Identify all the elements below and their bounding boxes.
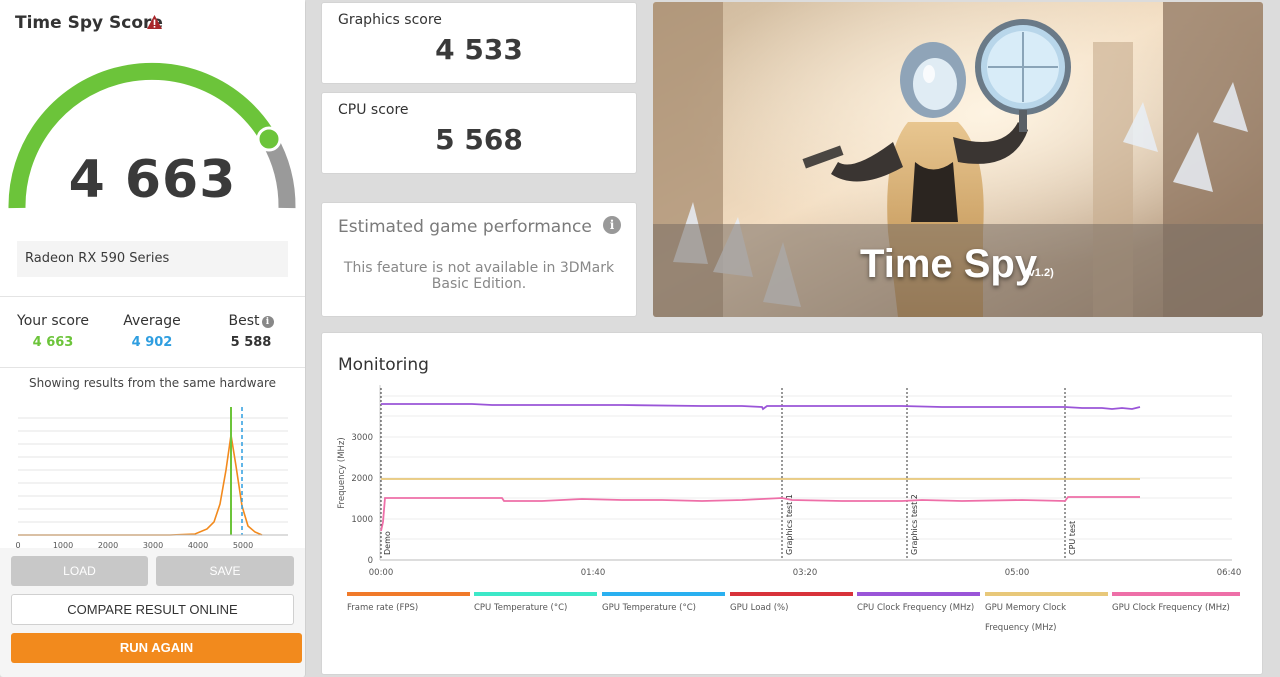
warning-triangle-icon[interactable] [146, 14, 163, 30]
y-axis-label: Frequency (MHz) [337, 437, 347, 508]
average-label: Average [123, 313, 181, 329]
legend-swatch-gpu-load [730, 592, 853, 596]
marker-graphics-test-1: Graphics test 1 [785, 494, 794, 555]
hist-tick-5000: 5000 [233, 541, 253, 548]
x-tick-1: 01:40 [581, 568, 606, 578]
your-score-stat: Your score 4 663 [3, 313, 103, 350]
benchmark-version: (v1.2) [1025, 267, 1054, 279]
legend-cpu-temp: CPU Temperature (°C) [474, 603, 567, 613]
y-tick-0: 0 [368, 556, 373, 566]
monitoring-card: Monitoring Frequency (MHz) 0 1000 2000 3… [321, 332, 1263, 675]
gpu-name: Radeon RX 590 Series [17, 241, 288, 277]
compare-result-online-button[interactable]: COMPARE RESULT ONLINE [11, 594, 294, 625]
legend-cpu-clock: CPU Clock Frequency (MHz) [857, 603, 974, 613]
cpu-score-card: CPU score 5 568 [321, 92, 637, 174]
legend-gpu-memory-clock: GPU Memory Clock Frequency (MHz) [985, 603, 1066, 633]
hist-tick-3000: 3000 [143, 541, 163, 548]
hist-tick-2000: 2000 [98, 541, 118, 548]
y-tick-1000: 1000 [351, 515, 373, 525]
info-icon[interactable]: i [261, 316, 274, 328]
benchmark-title: Time Spy [860, 242, 1038, 286]
run-again-button[interactable]: RUN AGAIN [11, 633, 302, 663]
score-summary: Time Spy Score 4 663 Radeon RX 590 Serie… [0, 0, 305, 296]
benchmark-hero-image: Time Spy (v1.2) [653, 2, 1263, 317]
graphics-score-value: 4 533 [435, 33, 523, 66]
total-score: 4 663 [68, 150, 237, 210]
best-value: 5 588 [230, 335, 272, 350]
legend-gpu-clock: GPU Clock Frequency (MHz) [1112, 603, 1230, 613]
graphics-score-card: Graphics score 4 533 [321, 2, 637, 84]
hist-tick-1000: 1000 [53, 541, 73, 548]
best-label: Best [228, 313, 260, 329]
score-title: Time Spy Score [15, 13, 163, 33]
legend-gpu-load: GPU Load (%) [730, 603, 788, 613]
marker-cpu-test: CPU test [1068, 521, 1077, 555]
marker-demo: Demo [383, 531, 392, 555]
graphics-score-label: Graphics score [338, 12, 442, 28]
series-gpu-clock [380, 496, 1140, 532]
legend-swatch-cpu-temp [474, 592, 597, 596]
y-tick-3000: 3000 [351, 433, 373, 443]
legend-fps: Frame rate (FPS) [347, 603, 418, 613]
x-tick-4: 06:40 [1217, 568, 1242, 578]
gauge-marker [256, 126, 282, 152]
histogram-chart: 0 1000 2000 3000 4000 5000 [15, 407, 288, 548]
legend-swatch-cpu-clock [857, 592, 980, 596]
your-score-label: Your score [17, 313, 89, 329]
legend-swatch-gpu-clock [1112, 592, 1240, 596]
best-label-row: Best i [201, 313, 301, 329]
best-stat: Best i 5 588 [201, 313, 301, 350]
histogram-caption: Showing results from the same hardware [28, 376, 277, 390]
x-tick-0: 00:00 [369, 568, 394, 578]
average-stat: Average 4 902 [102, 313, 202, 350]
legend-swatch-gpu-temp [602, 592, 725, 596]
legend-swatch-fps [347, 592, 470, 596]
hist-tick-4000: 4000 [188, 541, 208, 548]
your-score-value: 4 663 [32, 335, 74, 350]
x-tick-2: 03:20 [793, 568, 818, 578]
load-button[interactable]: LOAD [11, 556, 148, 586]
egp-message: This feature is not available in 3DMark … [343, 260, 615, 292]
histogram-curve [18, 434, 263, 536]
info-icon[interactable]: i [603, 216, 621, 234]
score-comparison: Your score 4 663 Average 4 902 Best i 5 5… [0, 296, 305, 368]
legend-gpu-temp: GPU Temperature (°C) [602, 603, 696, 613]
y-tick-2000: 2000 [351, 474, 373, 484]
hist-tick-0: 0 [15, 541, 20, 548]
legend-swatch-gpu-memory-clock [985, 592, 1108, 596]
cpu-score-label: CPU score [338, 102, 409, 118]
marker-graphics-test-2: Graphics test 2 [910, 494, 919, 555]
average-value: 4 902 [131, 335, 173, 350]
estimated-game-performance-card: Estimated game performance i This featur… [321, 202, 637, 317]
series-cpu-clock [381, 403, 1141, 411]
save-button[interactable]: SAVE [156, 556, 294, 586]
score-panel: Time Spy Score 4 663 Radeon RX 590 Serie… [0, 0, 306, 677]
score-histogram: Showing results from the same hardware 0… [0, 368, 305, 548]
monitoring-chart: Frequency (MHz) 0 1000 2000 3000 00:00 0… [337, 385, 1242, 633]
egp-title: Estimated game performance [338, 217, 592, 237]
x-tick-3: 05:00 [1005, 568, 1030, 578]
cpu-score-value: 5 568 [435, 123, 523, 156]
